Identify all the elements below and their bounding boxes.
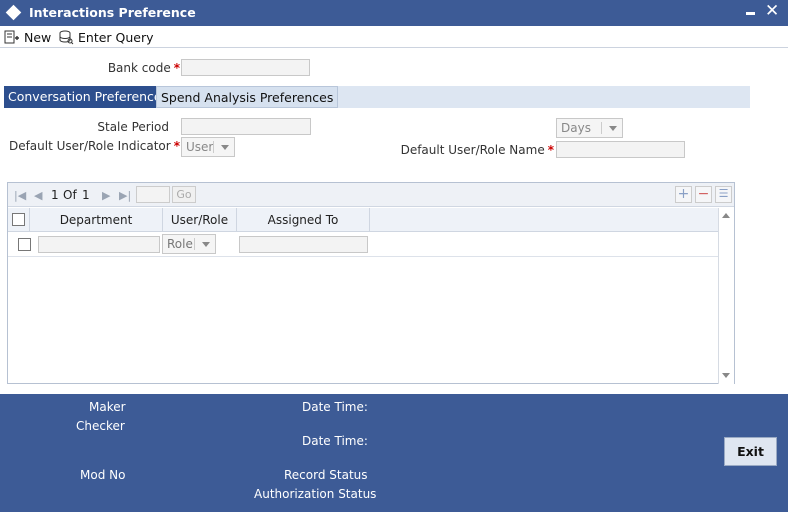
enter-query-button[interactable]: Enter Query [58, 28, 154, 46]
single-view-icon[interactable]: ☰ [715, 186, 732, 203]
checker-label: Checker [76, 419, 125, 433]
record-status-label: Record Status [284, 468, 368, 482]
user-role-select[interactable]: Role [162, 234, 216, 254]
maker-label: Maker [89, 400, 126, 414]
previous-page-icon[interactable]: ◀ [34, 189, 42, 202]
grid-vertical-scrollbar[interactable] [718, 208, 734, 384]
window-title: Interactions Preference [29, 5, 196, 20]
user-role-value: Role [167, 237, 193, 251]
scroll-up-icon[interactable] [722, 213, 730, 218]
exit-button[interactable]: Exit [724, 437, 777, 466]
grid-pagination-bar: |◀ ◀ 1 Of 1 ▶ ▶| Go + − ☰ [8, 183, 734, 207]
toolbar: New Enter Query [0, 26, 788, 48]
mod-no-label: Mod No [80, 468, 126, 482]
first-page-icon[interactable]: |◀ [14, 189, 26, 202]
department-input[interactable] [38, 236, 160, 253]
maker-date-time-label: Date Time: [302, 400, 368, 414]
tab-spend-analysis-preferences[interactable]: Spend Analysis Preferences [156, 86, 339, 108]
bank-code-input[interactable] [181, 59, 310, 76]
new-document-icon [4, 30, 19, 44]
chevron-down-icon [609, 126, 617, 131]
row-checkbox[interactable] [18, 238, 31, 251]
select-all-cell [8, 208, 30, 232]
stale-period-unit-select[interactable]: Days [556, 118, 623, 138]
page-of-label: Of [63, 188, 77, 202]
authorization-status-label: Authorization Status [254, 487, 377, 501]
stale-period-label: Stale Period [97, 120, 169, 134]
default-name-input[interactable] [556, 141, 685, 158]
enter-query-label: Enter Query [78, 29, 154, 45]
assigned-to-input[interactable] [239, 236, 368, 253]
scroll-down-icon[interactable] [722, 373, 730, 378]
column-header-user-role[interactable]: User/Role [163, 208, 237, 232]
page-total: 1 [82, 188, 90, 202]
query-icon [59, 30, 74, 45]
delete-row-icon[interactable]: − [695, 186, 712, 203]
last-page-icon[interactable]: ▶| [119, 189, 131, 202]
default-name-label: Default User/Role Name * [400, 143, 554, 157]
close-icon[interactable]: ✕ [765, 2, 779, 20]
page-current: 1 [51, 188, 59, 202]
tab-bar: Conversation Preferences Spend Analysis … [4, 86, 750, 108]
new-button-label: New [24, 29, 52, 45]
column-header-department[interactable]: Department [30, 208, 163, 232]
add-row-icon[interactable]: + [675, 186, 692, 203]
stale-period-input[interactable] [181, 118, 311, 135]
app-diamond-icon [5, 4, 22, 21]
default-indicator-value: User [186, 140, 214, 154]
bank-code-label: Bank code * [107, 61, 180, 75]
next-page-icon[interactable]: ▶ [102, 189, 110, 202]
chevron-down-icon [221, 145, 229, 150]
go-button[interactable]: Go [172, 186, 196, 203]
new-button[interactable]: New [4, 28, 51, 46]
chevron-down-icon [202, 242, 210, 247]
default-indicator-select[interactable]: User [181, 137, 235, 157]
checker-date-time-label: Date Time: [302, 434, 368, 448]
default-indicator-label: Default User/Role Indicator * [8, 139, 180, 153]
assignment-grid: |◀ ◀ 1 Of 1 ▶ ▶| Go + − ☰ Department Use… [7, 182, 735, 384]
select-all-checkbox[interactable] [12, 213, 25, 226]
window-title-bar: Interactions Preference ✕ [0, 0, 788, 26]
table-row: Role [8, 233, 718, 257]
audit-footer: Maker Checker Date Time: Date Time: Mod … [0, 394, 788, 512]
grid-header: Department User/Role Assigned To [8, 208, 718, 232]
page-number-input[interactable] [136, 186, 170, 203]
minimize-icon[interactable] [746, 12, 755, 15]
tab-conversation-preferences[interactable]: Conversation Preferences [4, 86, 173, 108]
column-header-assigned-to[interactable]: Assigned To [237, 208, 370, 232]
stale-period-unit-value: Days [561, 121, 591, 135]
